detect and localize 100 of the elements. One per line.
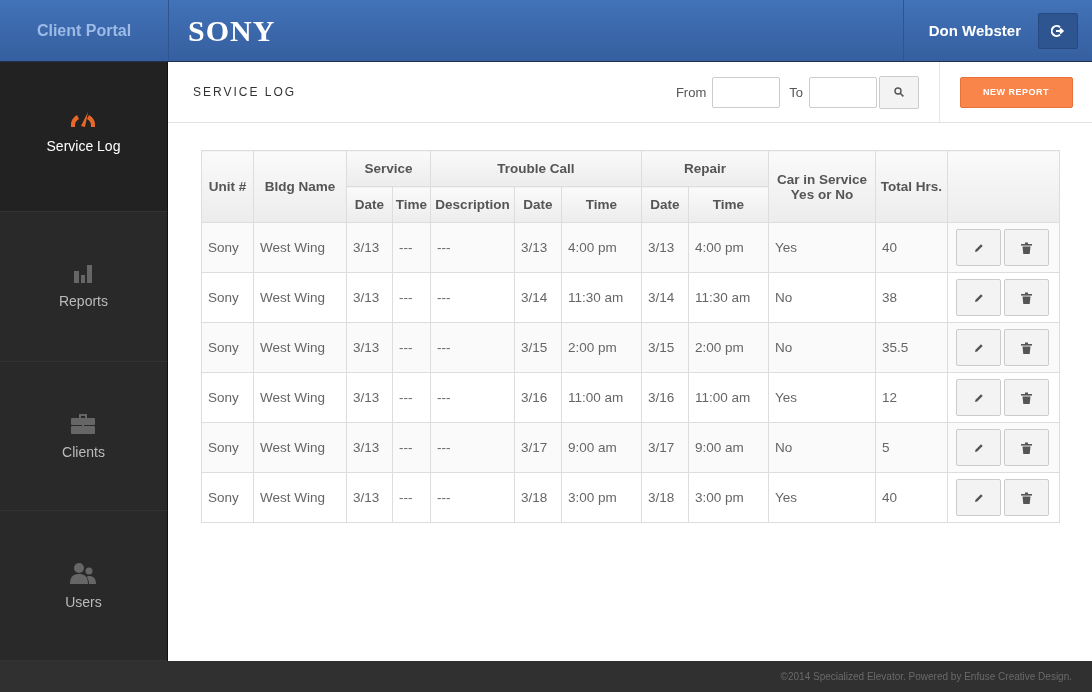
table-cell: 4:00 pm xyxy=(688,222,769,273)
pencil-icon xyxy=(973,442,984,453)
table-cell: --- xyxy=(430,272,515,323)
table-cell: --- xyxy=(392,472,431,523)
table-cell: --- xyxy=(430,372,515,423)
table-cell: Sony xyxy=(201,422,254,473)
column-header: Date xyxy=(641,186,689,223)
delete-button[interactable] xyxy=(1004,279,1049,316)
table-cell: Sony xyxy=(201,222,254,273)
table-cell: --- xyxy=(430,422,515,473)
delete-button[interactable] xyxy=(1004,479,1049,516)
trash-icon xyxy=(1021,441,1032,454)
table-cell: 9:00 am xyxy=(688,422,769,473)
table-cell: 11:00 am xyxy=(561,372,642,423)
table-cell: --- xyxy=(392,272,431,323)
trash-icon xyxy=(1021,241,1032,254)
table-cell: Sony xyxy=(201,322,254,373)
briefcase-icon xyxy=(71,411,96,434)
table-cell: 3/18 xyxy=(641,472,689,523)
logout-button[interactable] xyxy=(1038,12,1078,49)
table-cell: 38 xyxy=(875,272,948,323)
sidebar-item[interactable]: Clients xyxy=(0,361,167,512)
delete-button[interactable] xyxy=(1004,379,1049,416)
table-cell: 12 xyxy=(875,372,948,423)
column-header: Description xyxy=(430,186,515,223)
trash-icon xyxy=(1021,341,1032,354)
table-cell: --- xyxy=(392,372,431,423)
table-cell: Sony xyxy=(201,372,254,423)
table-cell: 3/13 xyxy=(641,222,689,273)
from-label: From xyxy=(675,84,707,100)
table-cell: 9:00 am xyxy=(561,422,642,473)
table-cell: 4:00 pm xyxy=(561,222,642,273)
to-label: To xyxy=(789,84,803,100)
delete-button[interactable] xyxy=(1004,329,1049,366)
table-cell: 35.5 xyxy=(875,322,948,373)
table-cell: 40 xyxy=(875,222,948,273)
column-header: Car in Service Yes or No xyxy=(768,150,876,223)
table-cell: Sony xyxy=(201,472,254,523)
trash-icon xyxy=(1021,291,1032,304)
column-header: Time xyxy=(561,186,642,223)
column-header: Repair xyxy=(641,150,769,187)
column-header: Service xyxy=(346,150,431,187)
user-name: Don Webster xyxy=(928,22,1021,39)
logout-icon xyxy=(1051,23,1065,38)
logo: SONY xyxy=(188,13,276,48)
table-cell: West Wing xyxy=(253,222,347,273)
table-cell: 3/15 xyxy=(641,322,689,373)
to-date-field[interactable] xyxy=(809,76,877,108)
table-cell: --- xyxy=(392,322,431,373)
table-cell: West Wing xyxy=(253,372,347,423)
table-cell: 3/13 xyxy=(346,322,393,373)
table-cell: Yes xyxy=(768,472,876,523)
users-icon xyxy=(70,561,97,584)
table-cell: No xyxy=(768,272,876,323)
trash-icon xyxy=(1021,491,1032,504)
sidebar-item[interactable]: Reports xyxy=(0,211,167,362)
pencil-icon xyxy=(973,392,984,403)
table-cell: 11:30 am xyxy=(561,272,642,323)
table-cell: West Wing xyxy=(253,422,347,473)
table-cell: 3/13 xyxy=(346,272,393,323)
pencil-icon xyxy=(973,492,984,503)
table-cell: 11:30 am xyxy=(688,272,769,323)
pencil-icon xyxy=(973,242,984,253)
page-title: SERVICE LOG xyxy=(192,85,298,99)
table-cell: No xyxy=(768,422,876,473)
table-cell: 3:00 pm xyxy=(688,472,769,523)
bar-chart-icon xyxy=(73,263,94,284)
delete-button[interactable] xyxy=(1004,229,1049,266)
table-cell: West Wing xyxy=(253,472,347,523)
table-cell: 3/15 xyxy=(514,322,562,373)
table-cell: Yes xyxy=(768,372,876,423)
gauge-icon xyxy=(69,110,98,128)
table-cell: 3/13 xyxy=(346,472,393,523)
column-header: Date xyxy=(514,186,562,223)
table-cell: --- xyxy=(392,422,431,473)
portal-title: Client Portal xyxy=(36,21,132,40)
table-cell: 3/13 xyxy=(346,372,393,423)
search-button[interactable] xyxy=(879,75,919,109)
pencil-icon xyxy=(973,342,984,353)
table-cell: 3/14 xyxy=(514,272,562,323)
table-cell: 3/18 xyxy=(514,472,562,523)
trash-icon xyxy=(1021,391,1032,404)
delete-button[interactable] xyxy=(1004,429,1049,466)
table-cell: 3/13 xyxy=(346,222,393,273)
search-icon xyxy=(894,87,904,97)
table-cell: 2:00 pm xyxy=(561,322,642,373)
table-cell: 3/16 xyxy=(514,372,562,423)
table-cell: --- xyxy=(430,322,515,373)
table-cell: 40 xyxy=(875,472,948,523)
table-cell: --- xyxy=(392,222,431,273)
table-cell: 3/17 xyxy=(641,422,689,473)
column-header: Time xyxy=(688,186,769,223)
table-cell: 3/13 xyxy=(514,222,562,273)
table-cell: 3/14 xyxy=(641,272,689,323)
table-cell: --- xyxy=(430,222,515,273)
table-cell: No xyxy=(768,322,876,373)
from-date-field[interactable] xyxy=(712,76,781,108)
pencil-icon xyxy=(973,292,984,303)
sidebar-item[interactable]: Service Log xyxy=(0,62,167,212)
table-cell: West Wing xyxy=(253,322,347,373)
